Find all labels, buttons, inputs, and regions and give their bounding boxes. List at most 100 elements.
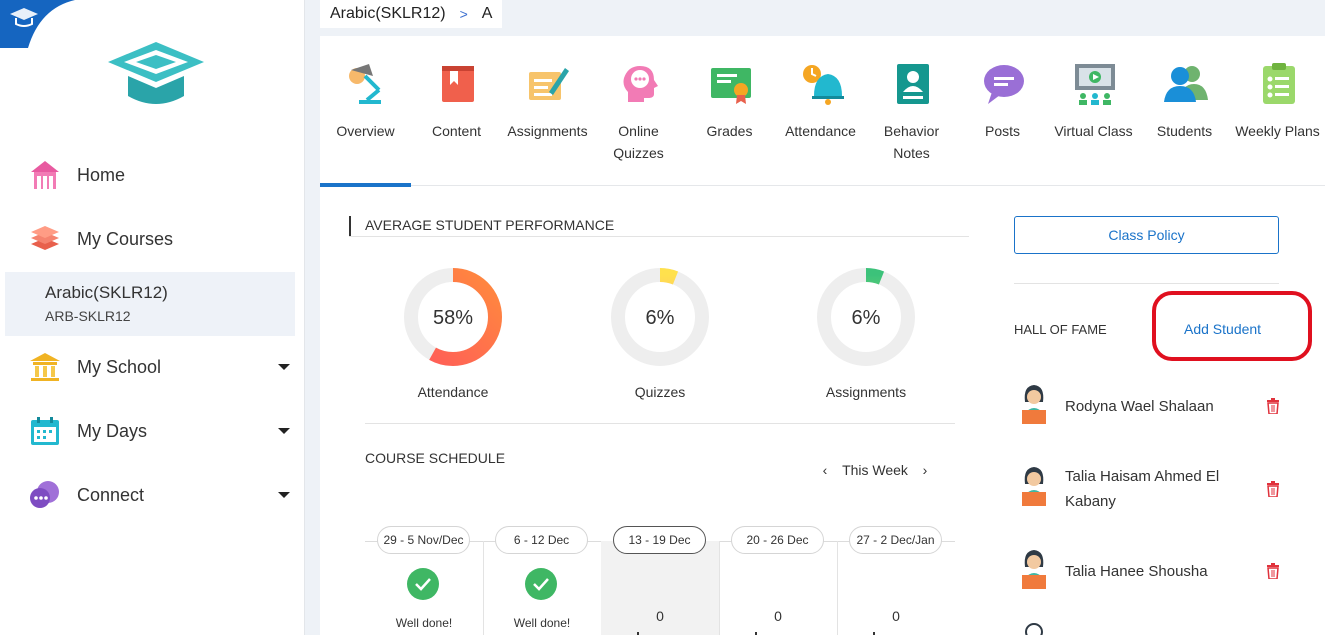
student-avatar-icon	[1022, 467, 1046, 506]
divider	[365, 423, 955, 424]
book-icon	[442, 66, 474, 102]
id-card-icon	[897, 64, 929, 104]
tab-behavior-notes-label: Behavior Notes	[883, 123, 940, 161]
tab-assignments[interactable]: Assignments	[502, 36, 593, 186]
tab-virtual-class-label: Virtual Class	[1054, 123, 1133, 139]
tab-grades-label: Grades	[706, 123, 753, 139]
performance-title: AVERAGE STUDENT PERFORMANCE	[365, 217, 615, 233]
week-pill[interactable]: 20 - 26 Dec	[731, 526, 824, 554]
tab-grades[interactable]: Grades	[684, 36, 775, 186]
attendance-label: Attendance	[417, 384, 489, 400]
breadcrumb-section[interactable]: A	[482, 5, 493, 23]
nav-home[interactable]: Home	[0, 150, 305, 200]
week-count: 0	[656, 608, 664, 624]
course-main-panel: Overview Content Assignments Online Quiz…	[320, 36, 1325, 635]
tab-posts[interactable]: Posts	[957, 36, 1048, 186]
student-avatar-icon	[1025, 623, 1043, 635]
nav-connect[interactable]: Connect	[0, 470, 305, 520]
school-logo-icon	[108, 42, 204, 104]
breadcrumb-course[interactable]: Arabic(SKLR12)	[330, 5, 446, 23]
tab-students[interactable]: Students	[1139, 36, 1230, 186]
quizzes-value: 6%	[646, 307, 675, 329]
student-avatar-icon	[1022, 550, 1046, 589]
student-name: Rodyna Wael Shalaan	[1065, 398, 1214, 415]
chevron-down-icon[interactable]	[278, 428, 290, 434]
student-name: Talia Hanee Shousha	[1065, 563, 1208, 580]
week-count: 0	[892, 608, 900, 624]
tab-online-quizzes[interactable]: Online Quizzes	[593, 36, 684, 186]
trash-icon[interactable]	[1266, 563, 1280, 579]
certificate-icon	[711, 68, 751, 104]
books-icon	[26, 220, 64, 258]
tab-weekly-plans[interactable]: Weekly Plans	[1232, 36, 1323, 186]
quizzes-label: Quizzes	[634, 384, 686, 400]
week-status: Well done!	[513, 616, 571, 630]
nav-my-school[interactable]: My School	[0, 342, 305, 392]
tab-overview-label: Overview	[336, 123, 395, 139]
week-navigation: ‹ This Week ›	[815, 462, 935, 478]
tab-overview[interactable]: Overview	[320, 36, 411, 187]
add-student-button[interactable]: Add Student	[1184, 321, 1261, 337]
divider	[1014, 283, 1279, 284]
tab-posts-label: Posts	[984, 123, 1020, 139]
students-icon	[1164, 66, 1208, 102]
check-icon	[525, 568, 557, 600]
week-count: 0	[774, 608, 782, 624]
student-avatar-icon	[1022, 385, 1046, 424]
chevron-down-icon[interactable]	[278, 364, 290, 370]
school-building-icon	[26, 348, 64, 386]
clipboard-list-icon	[1263, 63, 1295, 104]
tab-assignments-label: Assignments	[507, 123, 588, 139]
divider	[349, 236, 969, 237]
bell-clock-icon	[803, 65, 844, 105]
week-pill-active[interactable]: 13 - 19 Dec	[613, 526, 706, 554]
section-marker	[349, 216, 351, 236]
tab-content[interactable]: Content	[411, 36, 502, 186]
pen-paper-icon	[529, 68, 569, 100]
week-nav-label[interactable]: This Week	[835, 462, 915, 478]
week-status: Well done!	[395, 616, 453, 630]
nav-my-days[interactable]: My Days	[0, 406, 305, 456]
assignments-value: 6%	[852, 307, 881, 329]
course-tab-bar: Overview Content Assignments Online Quiz…	[320, 36, 1325, 187]
trash-icon[interactable]	[1266, 398, 1280, 414]
calendar-icon	[26, 412, 64, 450]
next-week-button[interactable]: ›	[915, 462, 935, 478]
hall-of-fame-title: HALL OF FAME	[1014, 322, 1107, 337]
week-pill[interactable]: 6 - 12 Dec	[495, 526, 588, 554]
active-course-name: Arabic(SKLR12)	[45, 283, 168, 302]
breadcrumb: Arabic(SKLR12) > A	[320, 0, 503, 28]
breadcrumb-separator: >	[459, 6, 468, 22]
nav-home-label: Home	[77, 164, 126, 185]
nav-my-courses-label: My Courses	[77, 228, 174, 249]
nav-my-courses[interactable]: My Courses	[0, 214, 305, 264]
tab-virtual-class[interactable]: Virtual Class	[1048, 36, 1139, 186]
class-policy-button[interactable]: Class Policy	[1014, 216, 1279, 254]
active-course-item[interactable]: Arabic(SKLR12) ARB-SKLR12	[5, 272, 295, 336]
home-icon	[26, 156, 64, 194]
tab-attendance-label: Attendance	[785, 123, 856, 139]
nav-my-school-label: My School	[77, 356, 162, 377]
attendance-value: 58%	[433, 307, 473, 329]
attendance-donut: 58%	[404, 268, 502, 366]
schedule-title: COURSE SCHEDULE	[365, 450, 506, 466]
trash-icon[interactable]	[1266, 481, 1280, 497]
assignments-donut: 6%	[817, 268, 915, 366]
tab-attendance[interactable]: Attendance	[775, 36, 866, 186]
chevron-down-icon[interactable]	[278, 492, 290, 498]
week-pill[interactable]: 27 - 2 Dec/Jan	[849, 526, 942, 554]
tab-behavior-notes[interactable]: Behavior Notes	[866, 36, 957, 186]
assignments-label: Assignments	[825, 384, 907, 400]
check-icon	[407, 568, 439, 600]
week-pill[interactable]: 29 - 5 Nov/Dec	[377, 526, 470, 554]
app-corner-badge-icon[interactable]	[0, 0, 75, 48]
prev-week-button[interactable]: ‹	[815, 462, 835, 478]
speech-bubble-icon	[984, 65, 1024, 104]
student-name: Talia Haisam Ahmed El Kabany	[1065, 468, 1220, 510]
nav-my-days-label: My Days	[77, 420, 148, 441]
tab-online-quizzes-label: Online Quizzes	[613, 123, 664, 161]
tab-students-label: Students	[1156, 123, 1213, 139]
active-course-code: ARB-SKLR12	[45, 308, 131, 324]
head-chat-icon	[623, 66, 658, 102]
tab-weekly-plans-label: Weekly Plans	[1235, 123, 1320, 139]
